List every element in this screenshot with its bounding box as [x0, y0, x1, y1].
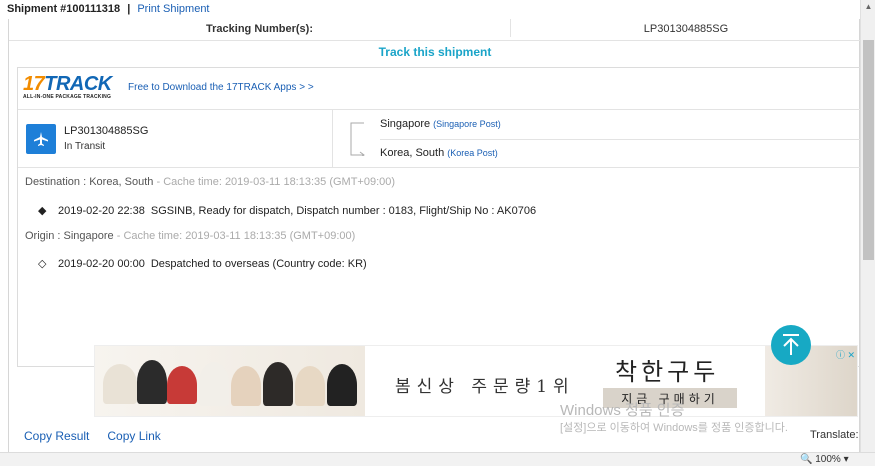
event-time: 2019-02-20 22:38 [58, 205, 145, 217]
zoom-control[interactable]: 🔍 100% ▾ [800, 454, 849, 465]
tracking-widget: 17TRACK ALL-IN-ONE PACKAGE TRACKING Free… [17, 67, 862, 367]
event-time: 2019-02-20 00:00 [58, 258, 145, 270]
shipment-title: Shipment #100111318 [7, 3, 121, 15]
origin-group-heading: Origin : Singapore - Cache time: 2019-03… [25, 230, 355, 242]
print-shipment-link[interactable]: Print Shipment [137, 3, 209, 15]
ad-brand: 착한구두 [615, 358, 720, 386]
tracking-summary: LP301304885SG In Transit Singapore (Singa… [18, 110, 862, 168]
logo-tagline: ALL-IN-ONE PACKAGE TRACKING [23, 94, 112, 100]
summary-left: LP301304885SG In Transit [18, 110, 333, 168]
widget-brand-bar: 17TRACK ALL-IN-ONE PACKAGE TRACKING Free… [18, 68, 862, 110]
origin-country: Singapore [380, 118, 431, 130]
top-bar: Shipment #100111318 | Print Shipment [0, 0, 860, 19]
scrollbar-thumb[interactable] [863, 40, 874, 260]
summary-status: In Transit [64, 141, 106, 152]
destination-label: Destination : Korea, South [25, 176, 154, 188]
ad-choices-icon[interactable]: ⓘ ✕ [836, 348, 855, 361]
logo-17: 17 [23, 73, 45, 95]
logo-track: TRACK [44, 73, 112, 95]
translate-label: Translate: [810, 429, 859, 441]
tracking-number-row: Tracking Number(s): LP301304885SG [9, 19, 861, 41]
separator: | [127, 3, 131, 15]
filled-diamond-icon: ◆ [38, 205, 47, 217]
hollow-diamond-icon: ◇ [38, 258, 47, 270]
status-bar: 🔍 100% ▾ [0, 452, 875, 466]
event-item: ◆ 2019-02-20 22:38 SGSINB, Ready for dispa… [38, 204, 536, 217]
destination-country: Korea, South [380, 147, 445, 159]
shoes-image [95, 346, 365, 416]
event-item: ◇ 2019-02-20 00:00 Despatched to overseas … [38, 257, 367, 270]
origin-cache-time: - Cache time: 2019-03-11 18:13:35 (GMT+0… [113, 230, 356, 242]
origin-row: Singapore (Singapore Post) [380, 118, 862, 140]
advertisement-banner[interactable]: 봄신상 주문량1위 착한구두 지금 구매하기 ⓘ ✕ [94, 345, 858, 417]
copy-link-link[interactable]: Copy Link [107, 429, 160, 443]
17track-logo[interactable]: 17TRACK ALL-IN-ONE PACKAGE TRACKING [23, 73, 112, 100]
destination-group-heading: Destination : Korea, South - Cache time:… [25, 176, 395, 188]
windows-activation-watermark: Windows 정품 인증 [560, 402, 685, 419]
arrow-up-icon [783, 334, 799, 355]
route-connector-icon [350, 122, 365, 156]
airplane-icon [26, 124, 56, 154]
event-text: Despatched to overseas (Country code: KR… [150, 258, 367, 270]
event-text: SGSINB, Ready for dispatch, Dispatch num… [150, 205, 537, 217]
track-this-shipment-link[interactable]: Track this shipment [9, 45, 861, 59]
copy-result-link[interactable]: Copy Result [24, 429, 89, 443]
windows-activation-hint: [설정]으로 이동하여 Windows를 정품 인증합니다. [560, 422, 788, 434]
scroll-up-arrow-icon[interactable]: ▲ [861, 2, 875, 11]
origin-carrier-link[interactable]: (Singapore Post) [433, 119, 501, 129]
vertical-scrollbar[interactable]: ▲ [860, 0, 875, 452]
tracking-number-label: Tracking Number(s): [9, 19, 511, 37]
destination-carrier-link[interactable]: (Korea Post) [447, 148, 498, 158]
tracking-number-value: LP301304885SG [643, 23, 729, 35]
summary-tracking-number: LP301304885SG [64, 125, 149, 137]
scroll-to-top-button[interactable] [771, 325, 811, 365]
destination-cache-time: - Cache time: 2019-03-11 18:13:35 (GMT+0… [153, 176, 396, 188]
ad-headline: 봄신상 주문량1위 [395, 377, 575, 397]
download-apps-link[interactable]: Free to Download the 17TRACK Apps > > [128, 82, 314, 93]
copy-actions: Copy Result Copy Link [24, 429, 179, 443]
destination-row: Korea, South (Korea Post) [380, 147, 498, 159]
origin-label: Origin : Singapore [25, 230, 114, 242]
